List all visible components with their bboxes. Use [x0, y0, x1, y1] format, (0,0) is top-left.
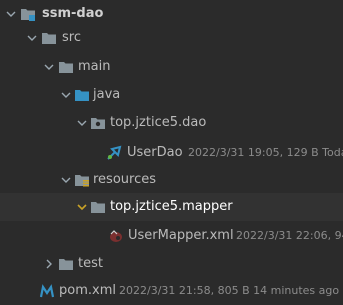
- file-meta: 2022/3/31 19:05, 129 B Today: [188, 146, 343, 159]
- chevron-down-icon[interactable]: [77, 118, 87, 128]
- folder-icon: [59, 62, 73, 73]
- tree-item-resources[interactable]: resources: [0, 166, 343, 194]
- tree-item-label: top.jztice5.dao: [110, 115, 207, 130]
- tree-item-dao-package[interactable]: top.jztice5.dao: [0, 109, 343, 137]
- tree-item-main[interactable]: main: [0, 53, 343, 81]
- tree-item-label: java: [93, 87, 121, 102]
- tree-item-userdao[interactable]: UserDao 2022/3/31 19:05, 129 B Today: [0, 139, 343, 167]
- tree-item-label: UserDao: [127, 145, 183, 160]
- folder-icon: [42, 33, 56, 44]
- chevron-down-icon[interactable]: [61, 175, 71, 185]
- interface-icon: [107, 145, 122, 160]
- tree-item-label: main: [78, 59, 111, 74]
- tree-item-pom-xml[interactable]: pom.xml 2022/3/31 21:58, 805 B 14 minute…: [0, 277, 343, 305]
- tree-item-label: src: [62, 30, 81, 45]
- project-tree: ssm-dao src main java top.jztice5.dao Us…: [0, 0, 343, 304]
- tree-item-mapper-package[interactable]: top.jztice5.mapper: [0, 193, 343, 221]
- maven-icon: [39, 284, 55, 298]
- tree-item-label: resources: [93, 172, 157, 187]
- chevron-down-icon[interactable]: [77, 202, 87, 212]
- tree-item-label: test: [78, 256, 103, 271]
- tree-item-test[interactable]: test: [0, 250, 343, 278]
- source-root-folder-icon: [75, 90, 89, 101]
- tree-item-label: ssm-dao: [42, 6, 104, 21]
- folder-icon: [59, 259, 73, 270]
- chevron-down-icon[interactable]: [6, 9, 16, 19]
- tree-item-label: UserMapper.xml: [128, 228, 234, 243]
- folder-icon: [91, 202, 105, 213]
- file-meta: 2022/3/31 21:58, 805 B 14 minutes ago: [119, 284, 340, 297]
- package-icon: [91, 118, 105, 129]
- tree-item-java[interactable]: java: [0, 81, 343, 109]
- file-meta: 2022/3/31 22:06, 947: [236, 229, 343, 242]
- chevron-down-icon[interactable]: [27, 33, 37, 43]
- tree-item-src[interactable]: src: [0, 24, 343, 52]
- tree-item-label: pom.xml: [59, 283, 116, 298]
- chevron-right-icon[interactable]: [44, 259, 54, 269]
- resources-folder-icon: [75, 175, 89, 187]
- module-folder-icon: [21, 9, 35, 21]
- tree-item-usermapper-xml[interactable]: UserMapper.xml 2022/3/31 22:06, 947: [0, 222, 343, 250]
- tree-item-label: top.jztice5.mapper: [110, 199, 233, 214]
- chevron-down-icon[interactable]: [44, 62, 54, 72]
- chevron-down-icon[interactable]: [61, 90, 71, 100]
- mybatis-xml-icon: [110, 230, 122, 242]
